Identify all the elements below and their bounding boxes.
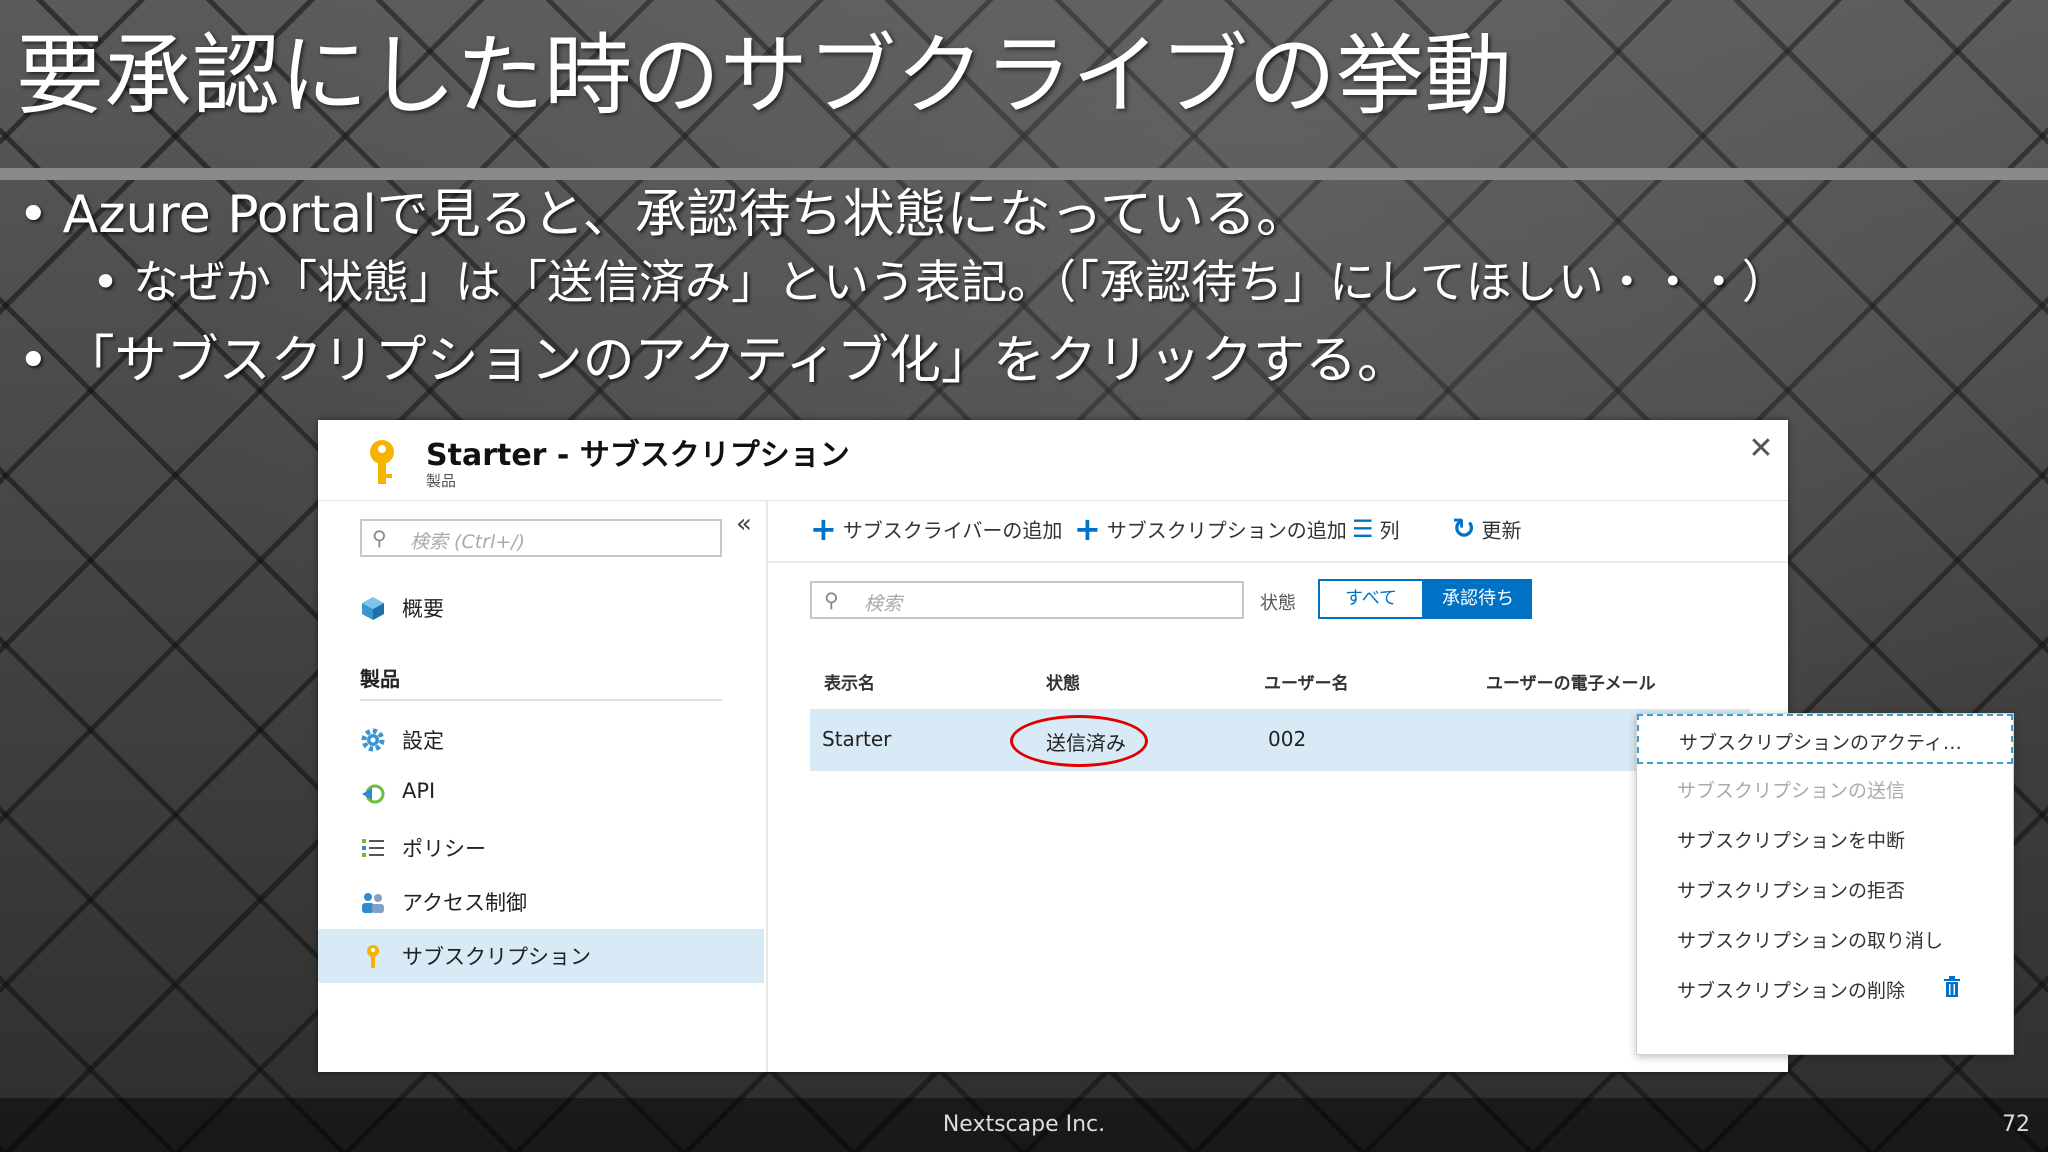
sidebar-item-label: 概要 bbox=[402, 597, 444, 621]
menu-item-label: サブスクリプションの取り消し bbox=[1677, 930, 1944, 952]
page-number: 72 bbox=[2002, 1112, 2030, 1137]
column-header-user-name[interactable]: ユーザー名 bbox=[1264, 669, 1349, 694]
menu-item-suspend[interactable]: サブスクリプションを中断 bbox=[1637, 814, 2013, 864]
column-header-user-email[interactable]: ユーザーの電子メール bbox=[1486, 669, 1656, 694]
bullet-3-text: 「サブスクリプションのアクティブ化」をクリックする。 bbox=[62, 331, 1409, 391]
sidebar-item-label: API bbox=[402, 779, 436, 803]
sidebar-item-label: ポリシー bbox=[402, 837, 486, 861]
command-bar: + サブスクライバーの追加 + サブスクリプションの追加 ☰ 列 ↻ 更新 bbox=[768, 501, 1788, 563]
add-subscription-label: サブスクリプションの追加 bbox=[1106, 518, 1347, 543]
filter-all-option[interactable]: すべて bbox=[1318, 579, 1424, 619]
slide-title: 要承認にした時のサブクライブの挙動 bbox=[16, 24, 1513, 127]
refresh-icon: ↻ bbox=[1452, 512, 1476, 545]
bullet-3: • 「サブスクリプションのアクティブ化」をクリックする。 bbox=[18, 326, 1409, 396]
cube-icon bbox=[362, 597, 384, 620]
company-name: Nextscape Inc. bbox=[942, 1112, 1106, 1137]
slide-footer: Nextscape Inc. 72 bbox=[0, 1098, 2048, 1152]
menu-item-label: サブスクリプションの削除 bbox=[1677, 980, 1906, 1002]
menu-section-label: 製品 bbox=[360, 667, 400, 691]
sidebar-item-label: アクセス制御 bbox=[402, 891, 527, 915]
search-icon: ⚲ bbox=[372, 526, 387, 550]
close-icon[interactable]: ✕ bbox=[1746, 434, 1776, 464]
sidebar-item-subscriptions[interactable]: サブスクリプション bbox=[318, 929, 764, 983]
subscription-search-placeholder: 検索 bbox=[864, 593, 903, 615]
plus-icon: + bbox=[810, 510, 837, 548]
column-header-display-name[interactable]: 表示名 bbox=[824, 669, 875, 694]
add-subscriber-label: サブスクライバーの追加 bbox=[842, 518, 1063, 543]
blade-subtitle: 製品 bbox=[426, 472, 457, 490]
gear-icon bbox=[361, 728, 385, 752]
state-filter-label: 状態 bbox=[1260, 593, 1296, 614]
api-arrow-icon bbox=[362, 784, 385, 804]
bullet-1: • Azure Portalで見ると、承認待ち状態になっている。 bbox=[18, 180, 1308, 250]
table-row[interactable]: Starter 送信済み 002 bbox=[810, 709, 1750, 771]
bullet-2-text: なぜか「状態」は「送信済み」という表記。（「承認待ち」にしてほしい・・・） bbox=[133, 255, 1788, 309]
column-header-state[interactable]: 状態 bbox=[1046, 669, 1080, 694]
sidebar-item-policy[interactable]: ポリシー bbox=[318, 821, 764, 875]
portal-screenshot: Starter - サブスクリプション 製品 ✕ « ⚲ 検索 (Ctrl+/)… bbox=[318, 420, 2014, 1072]
menu-item-label: サブスクリプションを中断 bbox=[1677, 830, 1906, 852]
refresh-label: 更新 bbox=[1481, 518, 1522, 543]
columns-label: 列 bbox=[1379, 518, 1400, 543]
refresh-button[interactable]: ↻ 更新 bbox=[1452, 513, 1521, 549]
bullet-1-text: Azure Portalで見ると、承認待ち状態になっている。 bbox=[62, 185, 1308, 245]
sidebar-item-settings[interactable]: 設定 bbox=[318, 713, 764, 767]
sidebar-item-label: サブスクリプション bbox=[402, 945, 591, 969]
filter-pending-option[interactable]: 承認待ち bbox=[1424, 579, 1532, 619]
search-icon: ⚲ bbox=[824, 588, 839, 612]
key-icon bbox=[367, 945, 379, 968]
menu-item-submit: サブスクリプションの送信 bbox=[1637, 764, 2013, 814]
subscription-search-input[interactable]: ⚲ 検索 bbox=[810, 581, 1244, 619]
menu-item-label: サブスクリプションの送信 bbox=[1677, 780, 1906, 802]
trash-icon bbox=[1944, 976, 1960, 997]
subscriptions-pane: + サブスクライバーの追加 + サブスクリプションの追加 ☰ 列 ↻ 更新 ⚲ 検索 状… bbox=[768, 501, 2014, 1072]
menu-item-cancel[interactable]: サブスクリプションの取り消し bbox=[1637, 914, 2013, 964]
plus-icon: + bbox=[1074, 510, 1101, 548]
section-divider bbox=[360, 699, 722, 701]
menu-item-delete[interactable]: サブスクリプションの削除 bbox=[1637, 964, 2013, 1014]
menu-item-label: サブスクリプションの拒否 bbox=[1677, 880, 1906, 902]
blade-header: Starter - サブスクリプション 製品 ✕ bbox=[318, 420, 1788, 501]
users-icon bbox=[362, 893, 384, 913]
menu-search-placeholder: 検索 (Ctrl+/) bbox=[410, 531, 525, 553]
menu-item-reject[interactable]: サブスクリプションの拒否 bbox=[1637, 864, 2013, 914]
row-user-name: 002 bbox=[1268, 727, 1307, 751]
bullet-marker: • bbox=[18, 185, 49, 245]
blade-title: Starter - サブスクリプション bbox=[426, 438, 850, 473]
columns-button[interactable]: ☰ 列 bbox=[1352, 513, 1400, 549]
menu-search-input[interactable]: ⚲ 検索 (Ctrl+/) bbox=[360, 519, 722, 557]
title-divider bbox=[0, 168, 2048, 180]
highlight-circle bbox=[1010, 715, 1148, 767]
policy-list-icon bbox=[362, 839, 384, 857]
sidebar-item-access-control[interactable]: アクセス制御 bbox=[318, 875, 764, 929]
menu-item-activate[interactable]: サブスクリプションのアクティ… bbox=[1637, 714, 2013, 764]
resource-menu: « ⚲ 検索 (Ctrl+/) 概要 製品 設定 API ポリシー アクセス制御… bbox=[318, 501, 768, 1072]
menu-item-label: サブスクリプションのアクティ… bbox=[1679, 732, 1962, 754]
sidebar-item-overview[interactable]: 概要 bbox=[318, 581, 764, 635]
bullet-marker: • bbox=[92, 255, 120, 309]
add-subscription-button[interactable]: + サブスクリプションの追加 bbox=[1074, 513, 1347, 549]
collapse-icon[interactable]: « bbox=[736, 509, 752, 539]
sidebar-item-label: 設定 bbox=[402, 729, 444, 753]
key-icon bbox=[370, 440, 394, 484]
sidebar-item-api[interactable]: API bbox=[318, 767, 764, 821]
row-context-menu: サブスクリプションのアクティ… サブスクリプションの送信 サブスクリプションを中… bbox=[1636, 713, 2014, 1055]
columns-icon: ☰ bbox=[1352, 515, 1374, 543]
add-subscriber-button[interactable]: + サブスクライバーの追加 bbox=[810, 513, 1062, 549]
bullet-marker: • bbox=[18, 331, 49, 391]
bullet-2: • なぜか「状態」は「送信済み」という表記。（「承認待ち」にしてほしい・・・） bbox=[92, 250, 1788, 314]
row-display-name: Starter bbox=[822, 727, 892, 751]
